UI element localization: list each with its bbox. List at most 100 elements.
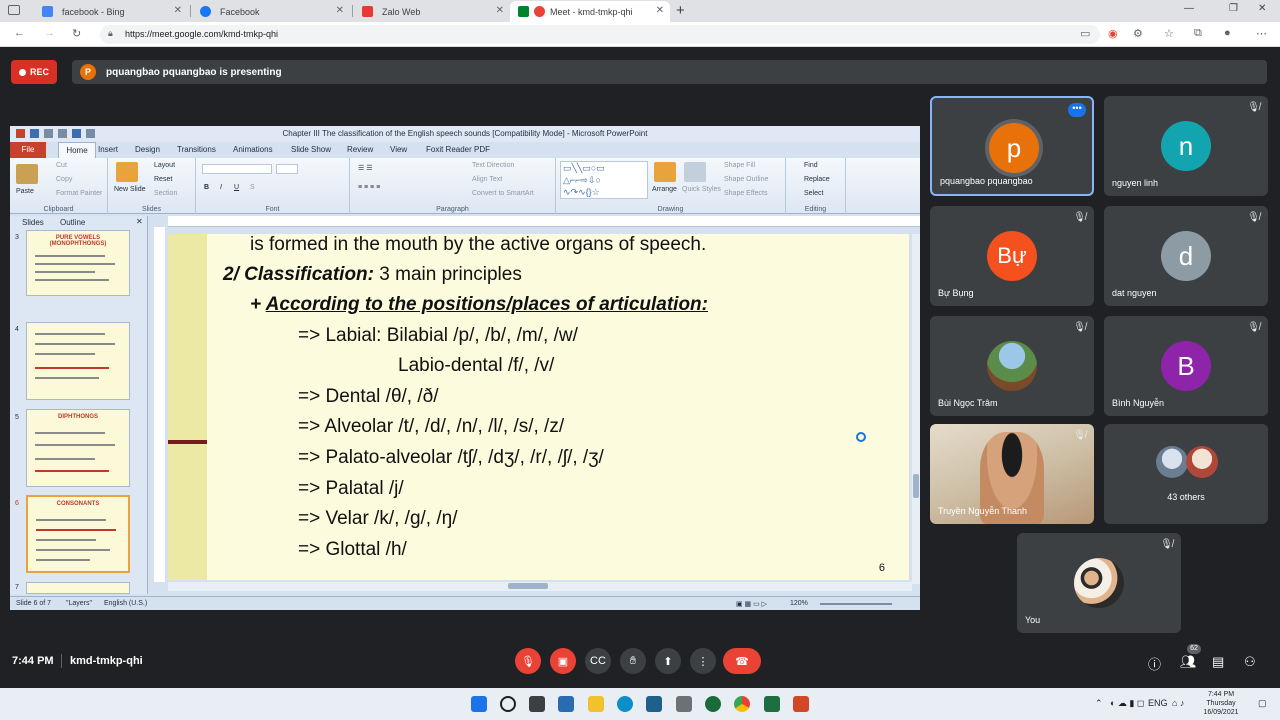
- ppt-tab-insert[interactable]: Insert: [98, 145, 118, 154]
- tab-zalo[interactable]: Zalo Web ✕: [350, 1, 510, 22]
- shapes-gallery[interactable]: ▭╲╲▭○▭ △⌐⌐⇨⇩○ ∿↷∿{}☆: [560, 161, 648, 199]
- ppt-file-tab[interactable]: File: [10, 142, 46, 158]
- tab-actions-icon[interactable]: [8, 5, 20, 15]
- slide-thumbnail-5[interactable]: DIPHTHONGS: [26, 409, 130, 487]
- search-icon[interactable]: [500, 696, 516, 712]
- favorites-icon[interactable]: ☆: [1164, 27, 1174, 40]
- slides-pane-tab[interactable]: Slides: [22, 218, 44, 227]
- zoom-slider[interactable]: [820, 603, 892, 605]
- widgets-icon[interactable]: [558, 696, 574, 712]
- back-icon[interactable]: ←: [14, 27, 25, 39]
- new-tab-button[interactable]: +: [676, 2, 685, 19]
- close-pane-icon[interactable]: ✕: [136, 217, 143, 226]
- camera-toggle-button[interactable]: ▣: [550, 648, 576, 674]
- bold-icon[interactable]: B: [204, 184, 209, 191]
- zoom-level[interactable]: 120%: [790, 600, 808, 607]
- more-options-icon[interactable]: •••: [1068, 103, 1086, 117]
- close-tab-icon[interactable]: ✕: [496, 5, 504, 16]
- copy-label[interactable]: Copy: [56, 176, 72, 183]
- edge-icon[interactable]: [617, 696, 633, 712]
- present-button[interactable]: ⬆: [655, 648, 681, 674]
- self-tile[interactable]: 🎙︎̸ You: [1017, 533, 1181, 633]
- ppt-tab-slideshow[interactable]: Slide Show: [291, 145, 331, 154]
- maximize-button[interactable]: ❐: [1229, 3, 1238, 14]
- shape-outline-label[interactable]: Shape Outline: [724, 176, 768, 183]
- profile-icon[interactable]: ●: [1224, 27, 1231, 39]
- participant-tile[interactable]: 🎙︎̸ Bùi Ngọc Trâm: [930, 316, 1094, 416]
- excel-icon[interactable]: [764, 696, 780, 712]
- calculator-icon[interactable]: [676, 696, 692, 712]
- powerpoint-icon[interactable]: [793, 696, 809, 712]
- slide-thumbnail-3[interactable]: PURE VOWELS (MONOPHTHONGS): [26, 230, 130, 296]
- chrome-icon[interactable]: [734, 696, 750, 712]
- ppt-tab-view[interactable]: View: [390, 145, 407, 154]
- underline-icon[interactable]: U: [234, 184, 239, 191]
- view-buttons[interactable]: ▣ ▦ ▭ ▷: [736, 600, 767, 608]
- slide-thumbnail-4[interactable]: [26, 322, 130, 400]
- select-label[interactable]: Select: [804, 190, 823, 197]
- chat-icon[interactable]: ▤: [1212, 654, 1224, 670]
- slide-canvas[interactable]: is formed in the mouth by the active org…: [168, 234, 909, 580]
- shape-effects-label[interactable]: Shape Effects: [724, 190, 767, 197]
- tab-facebook[interactable]: Facebook ✕: [188, 1, 350, 22]
- captions-button[interactable]: CC: [585, 648, 611, 674]
- end-call-button[interactable]: ☎︎: [723, 648, 761, 674]
- tray-chevron-icon[interactable]: ⌃: [1095, 698, 1103, 709]
- tab-bing[interactable]: facebook - Bing ✕: [30, 1, 188, 22]
- others-tile[interactable]: 43 others: [1104, 424, 1268, 524]
- ppt-tab-foxit[interactable]: Foxit Reader PDF: [426, 145, 490, 154]
- close-tab-icon[interactable]: ✕: [656, 5, 664, 16]
- more-icon[interactable]: ⋯: [1256, 27, 1267, 40]
- activities-icon[interactable]: ⚇: [1244, 654, 1256, 670]
- file-explorer-icon[interactable]: [588, 696, 604, 712]
- participant-tile[interactable]: B 🎙︎̸ Bình Nguyễn: [1104, 316, 1268, 416]
- quick-styles-icon[interactable]: [684, 162, 706, 182]
- ppt-tab-home[interactable]: Home: [58, 142, 96, 158]
- participant-tile[interactable]: n 🎙︎̸ nguyen linh: [1104, 96, 1268, 196]
- participant-tile[interactable]: d 🎙︎̸ dat nguyen: [1104, 206, 1268, 306]
- language-indicator[interactable]: ENG: [1148, 698, 1168, 708]
- section-label[interactable]: Section: [154, 190, 177, 197]
- info-icon[interactable]: ⓘ: [1148, 654, 1161, 673]
- horizontal-scrollbar[interactable]: [168, 582, 912, 591]
- camera-icon[interactable]: ▭: [1080, 27, 1090, 40]
- bullets-icon[interactable]: ☰ ☰: [358, 164, 373, 172]
- slide-thumbnail-6[interactable]: CONSONANTS: [26, 495, 130, 573]
- ppt-tab-transitions[interactable]: Transitions: [177, 145, 216, 154]
- start-icon[interactable]: [471, 696, 487, 712]
- participant-video-tile[interactable]: 🎙︎̸ Truyền Nguyễn Thanh: [930, 424, 1094, 524]
- arrange-label[interactable]: Arrange: [652, 186, 677, 193]
- ppt-tab-design[interactable]: Design: [135, 145, 160, 154]
- url-field[interactable]: 🔒︎ https://meet.google.com/kmd-tmkp-qhi: [100, 25, 1100, 44]
- text-direction-label[interactable]: Text Direction: [472, 162, 514, 169]
- lock-icon[interactable]: 🔒︎: [108, 28, 113, 39]
- tracking-icon[interactable]: ⚙: [1133, 27, 1143, 40]
- forward-icon[interactable]: →: [44, 27, 55, 39]
- arrange-icon[interactable]: [654, 162, 676, 182]
- paste-icon[interactable]: [16, 164, 38, 184]
- strikethrough-icon[interactable]: S: [250, 184, 255, 191]
- people-icon[interactable]: 👥︎: [1180, 654, 1197, 670]
- slide-thumbnail-7[interactable]: [26, 582, 130, 594]
- tab-meet[interactable]: Meet - kmd-tmkp-qhi ✕: [510, 1, 670, 22]
- ppt-tab-review[interactable]: Review: [347, 145, 373, 154]
- align-text-label[interactable]: Align Text: [472, 176, 502, 183]
- participant-tile[interactable]: Bự 🎙︎̸ Bự Bụng: [930, 206, 1094, 306]
- quick-styles-label[interactable]: Quick Styles: [682, 186, 721, 193]
- close-window-button[interactable]: ✕: [1258, 3, 1266, 14]
- convert-smartart-label[interactable]: Convert to SmartArt: [472, 190, 534, 197]
- reset-label[interactable]: Reset: [154, 176, 172, 183]
- italic-icon[interactable]: I: [220, 184, 222, 191]
- cut-label[interactable]: Cut: [56, 162, 67, 169]
- taskbar-clock[interactable]: 7:44 PM Thursday 16/09/2021: [1198, 690, 1244, 717]
- more-options-button[interactable]: ⋮: [690, 648, 716, 674]
- app-icon[interactable]: [646, 696, 662, 712]
- new-slide-icon[interactable]: [116, 162, 138, 182]
- tray-icons[interactable]: ◐ ☁ ▮ ◻: [1110, 698, 1144, 709]
- font-name-box[interactable]: [202, 164, 272, 174]
- notification-icon[interactable]: ▢: [1258, 698, 1267, 709]
- reload-icon[interactable]: ↻: [72, 27, 81, 40]
- close-tab-icon[interactable]: ✕: [174, 5, 182, 16]
- format-painter-label[interactable]: Format Painter: [56, 190, 102, 197]
- participant-tile[interactable]: p ••• pquangbao pquangbao: [930, 96, 1094, 196]
